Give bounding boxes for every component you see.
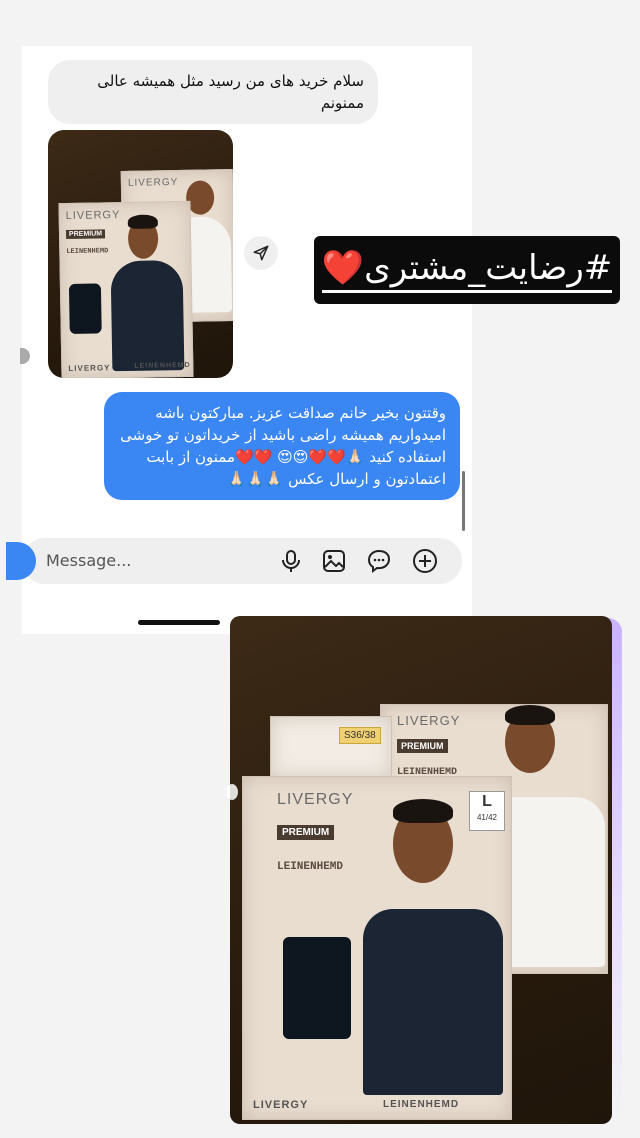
hashtag-text: #رضایت_مشتری❤️ bbox=[321, 248, 613, 293]
gallery-button[interactable] bbox=[319, 546, 349, 576]
message-input[interactable]: Message... bbox=[46, 551, 131, 570]
size-range: 41/42 bbox=[476, 813, 498, 822]
home-indicator bbox=[138, 620, 220, 625]
box-bottom-brand: LIVERGY bbox=[68, 363, 111, 374]
microphone-button[interactable] bbox=[276, 546, 306, 576]
back-box-tag: PREMIUM bbox=[397, 739, 448, 753]
front-box-tag: PREMIUM bbox=[65, 229, 106, 240]
outgoing-message-text: وقتتون بخیر خانم صداقت عزیز. مبارکتون با… bbox=[120, 404, 446, 488]
light-reflection bbox=[226, 784, 238, 800]
front-box-name: LEINENHEMD bbox=[277, 861, 344, 873]
front-box-tag: PREMIUM bbox=[277, 825, 335, 840]
front-box: LIVERGY PREMIUM LEINENHEMD LIVERGY LEINE… bbox=[58, 200, 194, 378]
model-dark-shirt bbox=[110, 260, 185, 372]
front-box-name: LEINENHEMD bbox=[66, 247, 109, 257]
send-icon bbox=[253, 245, 269, 261]
product-photo-large[interactable]: LIVERGY PREMIUM LEINENHEMD S36/38 LIVERG… bbox=[230, 616, 612, 1124]
box-window bbox=[283, 937, 351, 1039]
front-box-brand: LIVERGY bbox=[277, 791, 354, 808]
model-hair bbox=[393, 799, 453, 823]
sticker-button[interactable] bbox=[364, 546, 394, 576]
front-box-brand: LIVERGY bbox=[65, 209, 121, 223]
back-box-brand: LIVERGY bbox=[397, 713, 461, 728]
product-photo-small[interactable]: LIVERGY LIVERGY PREMIUM LEINENHEMD LIVER… bbox=[48, 130, 233, 378]
hashtag-banner: #رضایت_مشتری❤️ bbox=[314, 236, 620, 304]
plus-circle-icon bbox=[413, 549, 437, 573]
size-letter: L bbox=[482, 793, 492, 810]
front-box-large: LIVERGY PREMIUM LEINENHEMD L 41/42 LIVER… bbox=[242, 776, 512, 1120]
model-hair bbox=[127, 214, 158, 229]
model-dark-shirt bbox=[363, 909, 503, 1095]
box-bottom-name: LEINENHEMD bbox=[134, 361, 191, 370]
box-bottom-name: LEINENHEMD bbox=[383, 1099, 460, 1110]
sticker-icon bbox=[367, 549, 391, 573]
chat-screenshot: سلام خرید های من رسید مثل همیشه عالی ممن… bbox=[6, 46, 472, 634]
incoming-message-text: سلام خرید های من رسید مثل همیشه عالی ممن… bbox=[97, 72, 364, 112]
share-button[interactable] bbox=[244, 236, 278, 270]
box-bottom-brand: LIVERGY bbox=[253, 1099, 309, 1111]
add-button[interactable] bbox=[410, 546, 440, 576]
size-badge: L 41/42 bbox=[469, 791, 505, 831]
model-hair bbox=[505, 705, 555, 725]
message-composer[interactable]: Message... bbox=[6, 538, 462, 584]
scrollbar[interactable] bbox=[462, 471, 465, 531]
back-box-brand: LIVERGY bbox=[127, 176, 179, 189]
box-window bbox=[68, 283, 102, 334]
camera-button[interactable] bbox=[6, 542, 36, 580]
microphone-icon bbox=[282, 550, 300, 572]
sticker-box: S36/38 bbox=[270, 716, 392, 778]
outgoing-message-bubble: وقتتون بخیر خانم صداقت عزیز. مبارکتون با… bbox=[104, 392, 460, 500]
gallery-icon bbox=[323, 550, 345, 572]
size-sticker: S36/38 bbox=[339, 727, 381, 744]
sender-avatar bbox=[20, 348, 30, 364]
incoming-message-bubble: سلام خرید های من رسید مثل همیشه عالی ممن… bbox=[48, 60, 378, 124]
